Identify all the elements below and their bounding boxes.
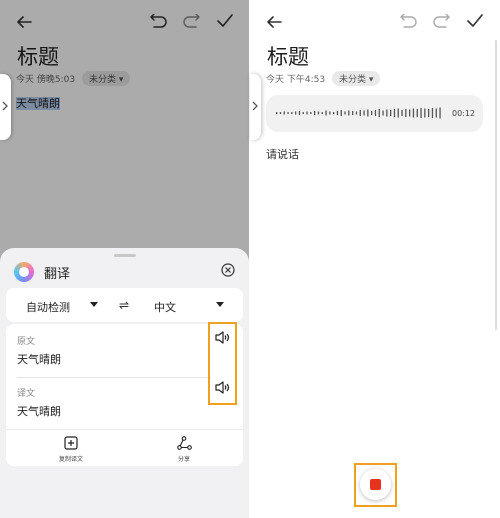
note-meta: 今天 下午4:53 未分类 ▾	[266, 71, 381, 86]
share-button[interactable]: 分享	[162, 434, 206, 464]
speaker-icon[interactable]	[215, 331, 231, 344]
category-label: 未分类	[338, 75, 366, 85]
note-date: 今天 下午4:53	[266, 75, 326, 85]
translation-card: 原文 天气晴朗 译文 天气晴朗 复制译文 分享	[6, 322, 243, 466]
side-drawer-handle[interactable]	[250, 74, 261, 140]
language-selector-card: 自动检测 ⇌ 中文	[6, 288, 243, 322]
back-arrow-icon[interactable]	[266, 14, 282, 30]
caret-down-icon[interactable]	[216, 302, 224, 308]
voice-recording-bar[interactable]: 00:12	[266, 95, 483, 132]
copy-icon	[64, 436, 78, 450]
redo-icon[interactable]	[433, 14, 450, 29]
waveform-icon	[276, 107, 441, 119]
right-pane: 标题 今天 下午4:53 未分类 ▾ 00:12 请说话	[250, 0, 500, 518]
scrollbar[interactable]	[495, 40, 497, 330]
share-label: 分享	[177, 456, 190, 463]
source-language-button[interactable]: 自动检测	[26, 299, 70, 315]
sheet-grab-handle[interactable]	[114, 254, 136, 257]
translate-sheet: 翻译 自动检测 ⇌ 中文 原文 天气晴朗 译文 天气晴朗 复制译文 分享	[0, 248, 249, 518]
undo-icon[interactable]	[400, 14, 417, 29]
original-label: 原文	[17, 337, 36, 347]
sheet-title: 翻译	[44, 267, 71, 282]
speak-prompt: 请说话	[266, 148, 299, 161]
divider	[6, 429, 243, 430]
translated-text: 天气晴朗	[17, 405, 61, 418]
copy-label: 复制译文	[58, 456, 83, 463]
share-icon	[177, 436, 192, 450]
side-drawer-handle[interactable]	[0, 74, 11, 140]
swap-languages-button[interactable]: ⇌	[119, 298, 129, 312]
left-pane: 标题 今天 傍晚5:03 未分类 ▾ 天气晴朗 翻译 自动检测 ⇌ 中文 原文 …	[0, 0, 249, 518]
original-text: 天气晴朗	[17, 353, 61, 366]
voice-duration: 00:12	[452, 109, 476, 118]
chevron-right-icon	[2, 101, 8, 111]
category-selector[interactable]: 未分类 ▾	[331, 71, 381, 86]
check-icon[interactable]	[467, 14, 483, 28]
translated-label: 译文	[17, 389, 36, 399]
speaker-icon[interactable]	[215, 381, 231, 394]
chevron-right-icon	[252, 101, 258, 111]
target-language-button[interactable]: 中文	[154, 299, 176, 315]
note-title[interactable]: 标题	[267, 41, 309, 71]
translate-logo-center	[19, 267, 29, 277]
divider	[17, 377, 211, 378]
copy-translation-button[interactable]: 复制译文	[46, 434, 96, 464]
stop-icon	[370, 479, 381, 490]
close-circle-icon[interactable]	[221, 263, 235, 277]
caret-down-icon[interactable]	[90, 302, 98, 308]
